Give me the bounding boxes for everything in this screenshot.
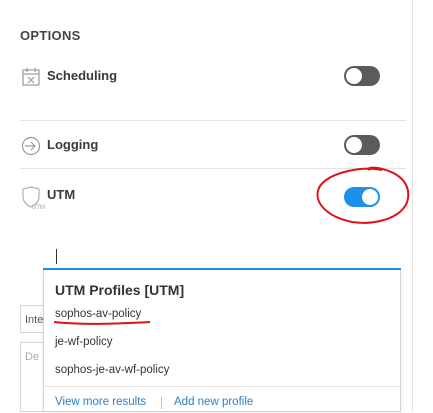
add-new-profile-link[interactable]: Add new profile	[174, 396, 253, 408]
logging-row: Logging	[0, 126, 406, 166]
row-divider	[20, 168, 406, 169]
utm-row: UTM UTM	[0, 176, 406, 216]
dropdown-footer: View more results Add new profile	[44, 386, 400, 413]
utm-icon-caption: UTM	[32, 205, 45, 211]
text-cursor	[56, 249, 57, 264]
dropdown-item-je-wf-policy[interactable]: je-wf-policy	[55, 336, 113, 348]
toggle-knob	[362, 189, 378, 205]
shield-utm-icon: UTM	[20, 185, 45, 211]
footer-separator	[161, 397, 162, 409]
options-title: OPTIONS	[20, 28, 81, 43]
calendar-x-icon	[20, 66, 42, 88]
logging-toggle[interactable]	[344, 135, 380, 155]
panel-right-border	[412, 0, 413, 412]
utm-label: UTM	[47, 187, 76, 202]
view-more-results-link[interactable]: View more results	[55, 396, 146, 408]
toggle-knob	[346, 68, 362, 84]
scheduling-row: Scheduling	[0, 57, 406, 97]
scheduling-label: Scheduling	[47, 68, 118, 83]
dropdown-item-sophos-je-av-wf-policy[interactable]: sophos-je-av-wf-policy	[55, 364, 169, 376]
arrow-circle-icon	[20, 135, 42, 157]
logging-label: Logging	[47, 137, 99, 152]
utm-toggle[interactable]	[344, 187, 380, 207]
dropdown-header: UTM Profiles [UTM]	[55, 282, 185, 298]
toggle-knob	[346, 137, 362, 153]
dropdown-item-sophos-av-policy[interactable]: sophos-av-policy	[55, 308, 141, 320]
utm-profile-dropdown: UTM Profiles [UTM] sophos-av-policy je-w…	[43, 270, 401, 412]
scheduling-toggle[interactable]	[344, 66, 380, 86]
row-divider	[20, 120, 406, 121]
